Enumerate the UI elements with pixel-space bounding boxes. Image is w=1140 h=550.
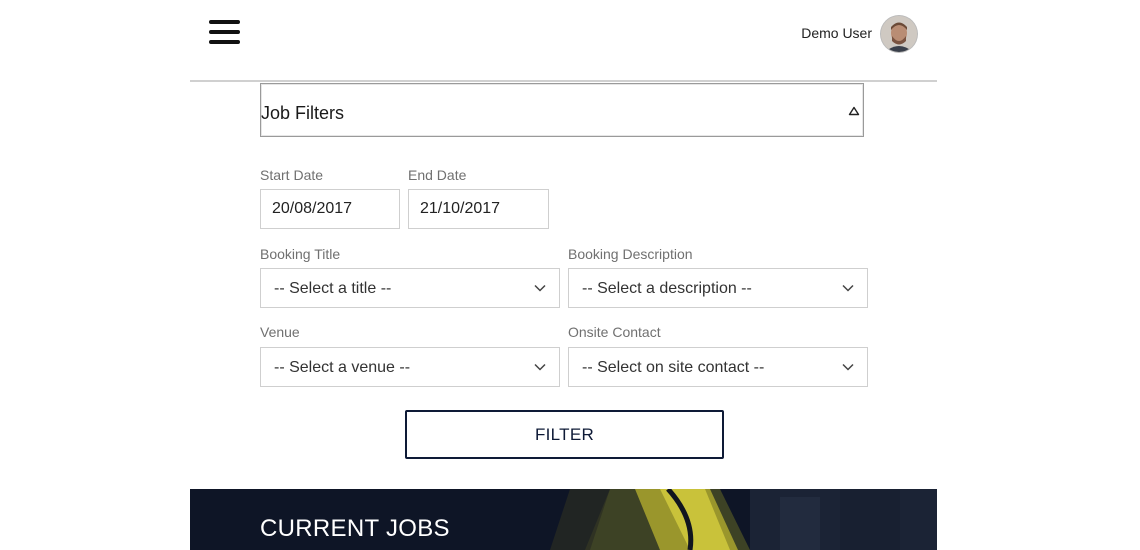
- chevron-down-icon: [534, 363, 546, 371]
- booking-title-label: Booking Title: [260, 246, 341, 262]
- chevron-down-icon: [842, 363, 854, 371]
- filter-button[interactable]: FILTER: [405, 410, 724, 459]
- onsite-contact-value: -- Select on site contact --: [582, 359, 765, 376]
- end-date-label: End Date: [408, 167, 467, 183]
- venue-value: -- Select a venue --: [274, 359, 411, 376]
- chevron-down-icon: [842, 284, 854, 292]
- booking-title-select[interactable]: -- Select a title --: [260, 268, 560, 308]
- onsite-contact-label: Onsite Contact: [568, 324, 661, 340]
- start-date-input[interactable]: [260, 189, 400, 229]
- start-date-label: Start Date: [260, 167, 324, 183]
- collapse-triangle-icon[interactable]: [848, 106, 860, 116]
- chevron-down-icon: [534, 284, 546, 292]
- job-filters-panel-header[interactable]: Job Filters: [260, 83, 864, 137]
- onsite-contact-select[interactable]: -- Select on site contact --: [568, 347, 868, 387]
- header-divider: [190, 80, 937, 82]
- page: Demo User Job Filters Start Date End Dat…: [0, 0, 1140, 550]
- venue-select[interactable]: -- Select a venue --: [260, 347, 560, 387]
- venue-label: Venue: [260, 324, 300, 340]
- hamburger-menu-icon[interactable]: [209, 20, 241, 46]
- current-jobs-banner: CURRENT JOBS: [190, 489, 937, 550]
- booking-description-select[interactable]: -- Select a description --: [568, 268, 868, 308]
- end-date-input[interactable]: [408, 189, 549, 229]
- booking-description-label: Booking Description: [568, 246, 693, 262]
- booking-description-value: -- Select a description --: [582, 280, 752, 297]
- job-filters-title: Job Filters: [261, 103, 345, 123]
- avatar[interactable]: [881, 16, 917, 52]
- booking-title-value: -- Select a title --: [274, 280, 392, 297]
- user-name[interactable]: Demo User: [801, 25, 872, 41]
- current-jobs-title: CURRENT JOBS: [260, 515, 450, 542]
